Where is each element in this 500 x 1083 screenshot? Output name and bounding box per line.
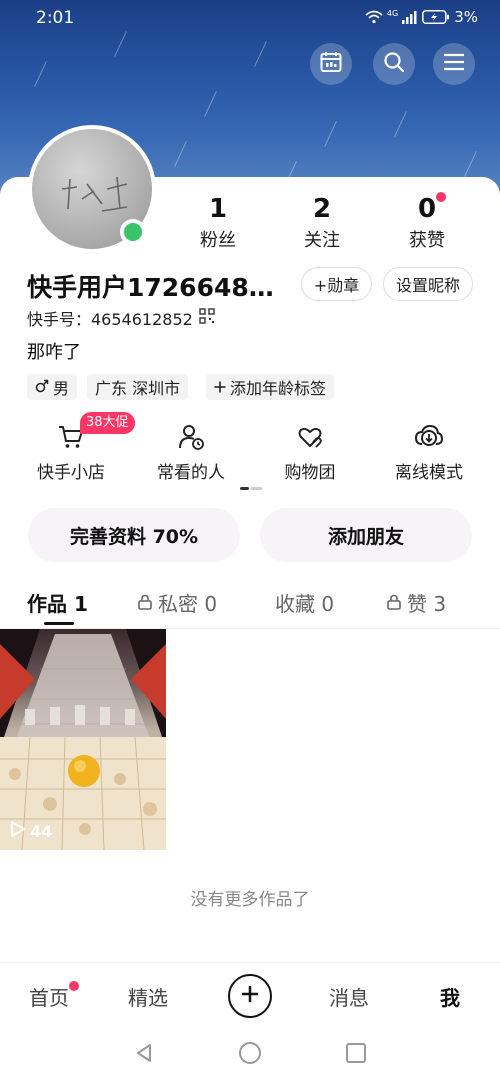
qrcode-icon xyxy=(199,308,215,328)
kuaishou-id: 快手号：4654612852 xyxy=(27,310,193,329)
username: 快手用户1726648… xyxy=(27,273,274,302)
nav-featured[interactable]: 精选 xyxy=(128,982,168,1011)
followers-stat[interactable]: 1 粉丝 xyxy=(178,194,258,252)
likes-notification-dot xyxy=(436,192,446,202)
home-circle-icon xyxy=(238,1041,262,1069)
network-type: 4G xyxy=(386,8,399,18)
calendar-icon xyxy=(319,50,343,78)
following-stat[interactable]: 2 关注 xyxy=(282,194,362,252)
menu-icon xyxy=(443,52,465,76)
search-icon xyxy=(382,50,406,78)
shortcut-frequent-people[interactable]: 常看的人 xyxy=(136,424,246,483)
system-recents-button[interactable] xyxy=(341,1040,371,1070)
set-nickname-button[interactable]: 设置昵称 xyxy=(383,267,473,301)
male-icon xyxy=(35,378,49,397)
add-age-tag[interactable]: 添加年龄标签 xyxy=(206,374,335,400)
tab-private-label: 私密 0 xyxy=(158,592,218,616)
nav-messages[interactable]: 消息 xyxy=(329,982,369,1011)
location-tag[interactable]: 广东 深圳市 xyxy=(87,374,189,400)
shortcut-shop-label: 快手小店 xyxy=(37,463,105,483)
play-icon xyxy=(10,820,26,842)
add-friends-button[interactable]: 添加朋友 xyxy=(260,508,472,562)
add-age-label: 添加年龄标签 xyxy=(230,379,327,398)
following-label: 关注 xyxy=(304,230,340,251)
medal-button[interactable]: +勋章 xyxy=(301,267,372,301)
back-triangle-icon xyxy=(133,1042,155,1068)
video-thumbnail[interactable]: 44 xyxy=(0,629,166,850)
system-back-button[interactable] xyxy=(129,1040,159,1070)
wifi-icon xyxy=(365,10,383,24)
menu-button[interactable] xyxy=(433,43,475,85)
heart-group-icon xyxy=(296,423,324,455)
followers-label: 粉丝 xyxy=(200,230,236,251)
complete-profile-button[interactable]: 完善资料 70% xyxy=(28,508,240,562)
tab-active-indicator xyxy=(44,622,74,625)
nav-home-dot xyxy=(69,981,79,991)
plus-icon xyxy=(214,378,226,397)
search-button[interactable] xyxy=(373,43,415,85)
shortcut-offline-mode-label: 离线模式 xyxy=(395,463,463,483)
battery-icon xyxy=(422,10,450,24)
status-bar: 2:01 4G 3% xyxy=(0,0,500,36)
promo-badge: 38大促 xyxy=(80,412,135,434)
calendar-button[interactable] xyxy=(310,43,352,85)
kuaishou-id-row[interactable]: 快手号：4654612852 xyxy=(27,306,215,330)
gender-tag[interactable]: 男 xyxy=(27,374,78,400)
lock-icon xyxy=(387,591,401,615)
tab-private[interactable]: 私密 0 xyxy=(138,588,217,617)
no-more-works-text: 没有更多作品了 xyxy=(190,890,310,910)
nav-me[interactable]: 我 xyxy=(440,982,460,1011)
tab-likes-label: 赞 3 xyxy=(407,592,447,616)
shortcut-pager xyxy=(240,487,262,490)
status-time: 2:01 xyxy=(36,8,75,28)
bottom-nav-divider xyxy=(0,962,500,963)
tab-favorites[interactable]: 收藏 0 xyxy=(275,588,334,617)
gender-label: 男 xyxy=(53,379,70,398)
create-button[interactable] xyxy=(228,974,272,1018)
play-count: 44 xyxy=(10,820,52,842)
likes-stat[interactable]: 0 获赞 xyxy=(387,194,467,252)
tab-works[interactable]: 作品 1 xyxy=(27,588,88,617)
following-count: 2 xyxy=(312,194,332,224)
likes-count: 0 xyxy=(417,194,437,224)
likes-label: 获赞 xyxy=(409,230,445,251)
nav-home[interactable]: 首页 xyxy=(29,982,69,1011)
system-home-button[interactable] xyxy=(235,1040,265,1070)
online-status-dot xyxy=(120,219,146,245)
recents-square-icon xyxy=(345,1042,367,1068)
battery-level: 3% xyxy=(454,8,478,26)
signal-icon xyxy=(402,10,418,24)
thumbnail-image xyxy=(0,629,166,850)
tab-favorites-label: 收藏 0 xyxy=(275,592,335,616)
tab-works-label: 作品 1 xyxy=(27,592,88,616)
shortcut-shopping-group[interactable]: 购物团 xyxy=(255,424,365,483)
location-label: 广东 深圳市 xyxy=(95,379,181,398)
lock-icon xyxy=(138,591,152,615)
shortcut-offline-mode[interactable]: 离线模式 xyxy=(374,424,484,483)
tab-likes[interactable]: 赞 3 xyxy=(387,588,446,617)
play-count-value: 44 xyxy=(30,821,53,841)
person-clock-icon xyxy=(177,423,205,455)
download-cloud-icon xyxy=(414,423,444,455)
followers-count: 1 xyxy=(208,194,228,224)
bio: 那咋了 xyxy=(27,342,81,363)
status-icons: 4G 3% xyxy=(365,8,478,26)
plus-icon xyxy=(240,984,260,1008)
shortcut-shopping-group-label: 购物团 xyxy=(284,463,336,483)
shortcut-frequent-people-label: 常看的人 xyxy=(157,463,225,483)
